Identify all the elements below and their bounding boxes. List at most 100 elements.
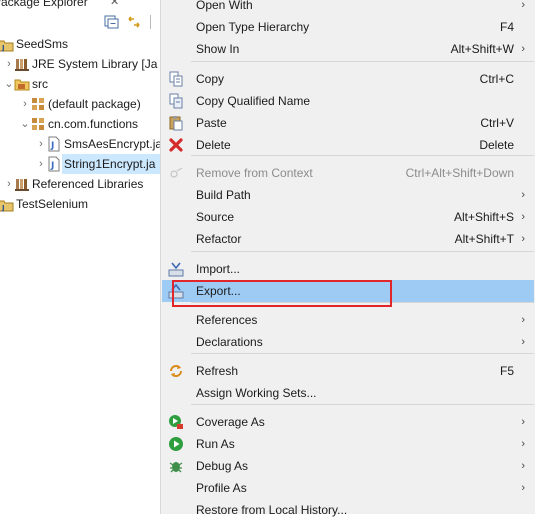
- tree-item-label: String1Encrypt.ja: [64, 157, 156, 171]
- menu-item-label: Declarations: [196, 335, 263, 349]
- menu-item-label: Run As: [196, 437, 235, 451]
- library-icon: [14, 176, 30, 192]
- collapsed-twisty-icon[interactable]: ›: [36, 154, 46, 174]
- refresh-icon: [168, 363, 184, 379]
- submenu-arrow-icon: ›: [521, 336, 525, 348]
- java-project-icon: J: [0, 196, 14, 212]
- view-tab[interactable]: Package Explorer ✕: [0, 0, 161, 11]
- menu-item-run-as[interactable]: Run As ›: [162, 433, 534, 455]
- java-project-icon: J: [0, 36, 14, 52]
- menu-item-open-type-hierarchy[interactable]: Open Type Hierarchy F4: [162, 16, 534, 38]
- collapsed-twisty-icon[interactable]: ›: [4, 54, 14, 74]
- submenu-arrow-icon: ›: [521, 43, 525, 55]
- submenu-arrow-icon: ›: [521, 416, 525, 428]
- tree-item-label: TestSelenium: [16, 197, 89, 211]
- menu-item-label: Open With: [196, 0, 253, 12]
- menu-item-label: Import...: [196, 262, 241, 276]
- menu-item-source[interactable]: Source Alt+Shift+S ›: [162, 206, 534, 228]
- menu-item-label: Restore from Local History...: [196, 503, 348, 517]
- collapsed-twisty-icon[interactable]: ›: [20, 94, 30, 114]
- collapsed-twisty-icon[interactable]: ›: [4, 174, 14, 194]
- copy-qualified-name-icon: [168, 93, 184, 109]
- submenu-arrow-icon: ›: [521, 460, 525, 472]
- menu-item-build-path[interactable]: Build Path ›: [162, 184, 534, 206]
- menu-item-label: Delete: [196, 138, 231, 152]
- menu-item-label: Copy Qualified Name: [196, 94, 311, 108]
- package-explorer-view: Package Explorer ✕ ⌄JSeedSms›JRE System …: [0, 0, 161, 514]
- menu-item-references[interactable]: References ›: [162, 309, 534, 331]
- menu-item-declarations[interactable]: Declarations ›: [162, 331, 534, 353]
- menu-item-shortcut: Ctrl+C: [479, 72, 514, 86]
- menu-item-shortcut: F5: [499, 364, 514, 378]
- menu-item-profile-as[interactable]: Profile As ›: [162, 477, 534, 499]
- svg-text:J: J: [1, 44, 5, 52]
- close-icon[interactable]: ✕: [110, 0, 119, 8]
- tree-item[interactable]: ⌄ src: [0, 74, 161, 94]
- svg-text:J: J: [50, 141, 54, 151]
- library-icon: [14, 56, 30, 72]
- menu-separator: [191, 61, 534, 62]
- submenu-arrow-icon: ›: [521, 211, 525, 223]
- menu-item-label: Profile As: [196, 481, 247, 495]
- tree-item[interactable]: › JRE System Library [Ja: [0, 54, 161, 74]
- menu-item-shortcut: Alt+Shift+T: [454, 232, 514, 246]
- menu-item-label: Source: [196, 210, 235, 224]
- menu-item-shortcut: F4: [499, 20, 514, 34]
- tree-item[interactable]: › J String1Encrypt.ja: [39, 154, 161, 174]
- menu-item-restore-from-local-history[interactable]: Restore from Local History...: [162, 499, 534, 521]
- package-icon: [30, 96, 46, 112]
- tree-item-label: Referenced Libraries: [32, 177, 144, 191]
- menu-item-show-in[interactable]: Show In Alt+Shift+W ›: [162, 38, 534, 60]
- menu-item-coverage-as[interactable]: Coverage As ›: [162, 411, 534, 433]
- paste-icon: [168, 115, 184, 131]
- menu-item-refactor[interactable]: Refactor Alt+Shift+T ›: [162, 228, 534, 250]
- view-toolbar: [0, 11, 161, 33]
- link-with-editor-icon[interactable]: [126, 15, 142, 29]
- menu-item-copy[interactable]: Copy Ctrl+C: [162, 68, 534, 90]
- tree-item[interactable]: › (default package): [0, 94, 161, 114]
- menu-item-label: Show In: [196, 42, 240, 56]
- menu-item-label: Assign Working Sets...: [196, 386, 317, 400]
- collapsed-twisty-icon[interactable]: ›: [36, 134, 46, 154]
- menu-item-debug-as[interactable]: Debug As ›: [162, 455, 534, 477]
- menu-item-shortcut: Alt+Shift+W: [450, 42, 514, 56]
- menu-item-label: Paste: [196, 116, 227, 130]
- coverage-icon: [168, 414, 184, 430]
- menu-item-delete[interactable]: Delete Delete: [162, 134, 534, 156]
- toolbar-separator: [150, 15, 151, 29]
- menu-item-refresh[interactable]: Refresh F5: [162, 360, 534, 382]
- expanded-twisty-icon[interactable]: ⌄: [4, 74, 14, 94]
- tree-item-label: SmsAesEncrypt.ja: [64, 137, 161, 151]
- menu-item-label: Remove from Context: [196, 166, 313, 180]
- menu-item-export[interactable]: Export...: [162, 280, 534, 302]
- submenu-arrow-icon: ›: [521, 233, 525, 245]
- java-file-icon: J: [46, 136, 62, 152]
- menu-item-open-with[interactable]: Open With ›: [162, 0, 534, 16]
- tree-item[interactable]: J TestSelenium: [0, 194, 161, 214]
- tree-item[interactable]: › Referenced Libraries: [0, 174, 161, 194]
- menu-item-copy-qualified-name[interactable]: Copy Qualified Name: [162, 90, 534, 112]
- tree-item[interactable]: ⌄JSeedSms: [0, 34, 161, 54]
- svg-text:J: J: [1, 204, 5, 212]
- tree-item-label: JRE System Library [Ja: [32, 57, 158, 71]
- menu-item-label: References: [196, 313, 258, 327]
- menu-item-assign-working-sets[interactable]: Assign Working Sets...: [162, 382, 534, 404]
- debug-icon: [168, 458, 184, 474]
- tree-item-label: src: [32, 77, 48, 91]
- submenu-arrow-icon: ›: [521, 314, 525, 326]
- menu-item-remove-from-context: Remove from Context Ctrl+Alt+Shift+Down: [162, 162, 534, 184]
- context-menu: Open With › Open Type Hierarchy F4 Show In Al…: [160, 0, 535, 517]
- tree-item[interactable]: ⌄ cn.com.functions: [0, 114, 161, 134]
- menu-item-import[interactable]: Import...: [162, 258, 534, 280]
- submenu-arrow-icon: ›: [521, 482, 525, 494]
- source-folder-icon: [14, 76, 30, 92]
- menu-item-paste[interactable]: Paste Ctrl+V: [162, 112, 534, 134]
- collapse-all-icon[interactable]: [104, 15, 120, 29]
- submenu-arrow-icon: ›: [521, 0, 525, 11]
- run-icon: [168, 436, 184, 452]
- tree-item[interactable]: › J SmsAesEncrypt.ja: [0, 134, 161, 154]
- menu-item-shortcut: Ctrl+Alt+Shift+Down: [405, 166, 514, 180]
- menu-separator: [191, 251, 534, 252]
- remove-from-context-icon: [168, 165, 184, 181]
- expanded-twisty-icon[interactable]: ⌄: [20, 114, 30, 134]
